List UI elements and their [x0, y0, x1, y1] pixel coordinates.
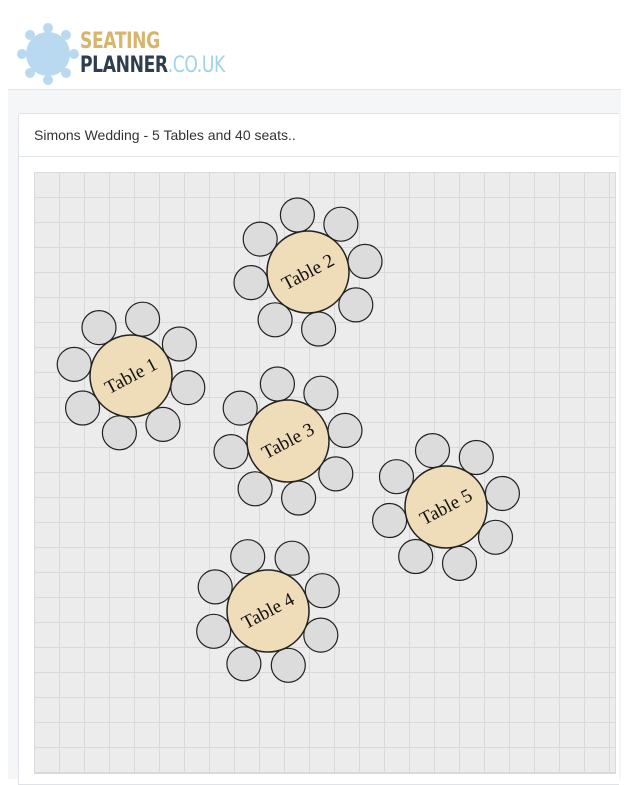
seating-planner-logo[interactable]: SEATING PLANNER.CO.UK — [16, 22, 225, 86]
seat[interactable] — [213, 434, 249, 470]
seat[interactable] — [197, 569, 233, 605]
logo-table-icon — [17, 23, 79, 85]
seat[interactable] — [196, 613, 232, 649]
seat[interactable] — [301, 311, 337, 347]
seat[interactable] — [327, 412, 363, 448]
floor-plan-svg: Table 1Table 2 Table 3 Table 4Table 5 — [56, 197, 520, 683]
logo-line-planner: PLANNER.CO.UK — [80, 55, 225, 77]
content-area: Simons Wedding - 5 Tables and 40 seats..… — [8, 89, 621, 785]
logo-wordmark: SEATING PLANNER.CO.UK — [80, 31, 266, 77]
table-4[interactable]: Table 4 — [196, 539, 340, 683]
seat[interactable] — [414, 433, 451, 469]
seat[interactable] — [372, 502, 408, 539]
seat[interactable] — [304, 573, 340, 609]
seating-plan-panel: Simons Wedding - 5 Tables and 40 seats..… — [18, 113, 619, 785]
seat[interactable] — [56, 346, 92, 382]
panel-title: Simons Wedding - 5 Tables and 40 seats.. — [19, 114, 619, 157]
logo-planner: PLANNER — [80, 53, 168, 78]
seat[interactable] — [270, 647, 306, 683]
seat[interactable] — [347, 243, 383, 280]
table-1[interactable]: Table 1 — [56, 301, 206, 451]
seat[interactable] — [170, 370, 206, 406]
seat[interactable] — [124, 301, 161, 337]
seat[interactable] — [230, 539, 266, 575]
seat[interactable] — [233, 264, 269, 301]
table-3[interactable]: Table 3 — [213, 366, 363, 516]
seat[interactable] — [484, 475, 520, 512]
seat[interactable] — [101, 415, 138, 451]
seat[interactable] — [477, 519, 514, 555]
seat[interactable] — [441, 545, 478, 581]
seat[interactable] — [281, 480, 317, 516]
logo-line-seating: SEATING — [80, 29, 160, 54]
table-2[interactable]: Table 2 — [233, 197, 383, 347]
seat[interactable] — [303, 617, 339, 653]
floor-plan-canvas[interactable]: Table 1 Table 2 Table 3 Table 4 Table 5 — [34, 172, 616, 774]
table-5[interactable]: Table 5 — [372, 433, 520, 581]
seat[interactable] — [274, 540, 310, 576]
seat[interactable] — [458, 439, 494, 476]
seat[interactable] — [398, 538, 434, 575]
seat[interactable] — [279, 197, 315, 233]
seat[interactable] — [378, 459, 415, 495]
logo-domain-suffix: .CO.UK — [167, 53, 226, 78]
seat[interactable] — [259, 366, 295, 402]
site-header: SEATING PLANNER.CO.UK — [0, 0, 629, 90]
seat[interactable] — [226, 646, 262, 682]
